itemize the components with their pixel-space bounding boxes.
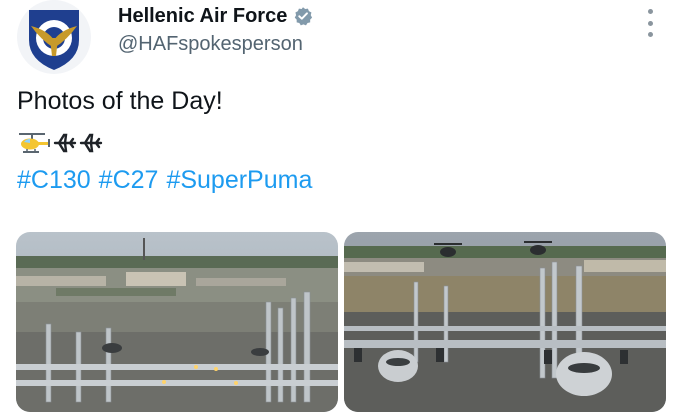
avatar[interactable] xyxy=(17,0,91,74)
author-handle[interactable]: @HAFspokesperson xyxy=(118,33,303,56)
author-name-row[interactable]: Hellenic Air Force xyxy=(118,2,313,30)
runway-aircraft-photo xyxy=(16,232,338,412)
emoji-row xyxy=(17,129,103,157)
author-name[interactable]: Hellenic Air Force xyxy=(118,5,287,28)
eagle-roundel-icon xyxy=(18,1,90,73)
hashtag-superpuma[interactable]: #SuperPuma xyxy=(166,166,312,195)
airplane-icon xyxy=(53,133,77,153)
hashtag-c27[interactable]: #C27 xyxy=(99,166,159,195)
verified-badge-icon xyxy=(295,7,313,26)
photo-1[interactable] xyxy=(16,232,338,412)
hashtag-row: #C130 #C27 #SuperPuma xyxy=(17,166,312,195)
photo-2[interactable] xyxy=(344,232,666,412)
hashtag-c130[interactable]: #C130 xyxy=(17,166,91,195)
tweet-text: Photos of the Day! xyxy=(17,87,223,115)
runway-formation-photo xyxy=(344,232,666,412)
helicopter-icon xyxy=(19,133,50,153)
airplane-icon xyxy=(79,133,103,153)
more-vertical-icon[interactable] xyxy=(641,9,659,37)
